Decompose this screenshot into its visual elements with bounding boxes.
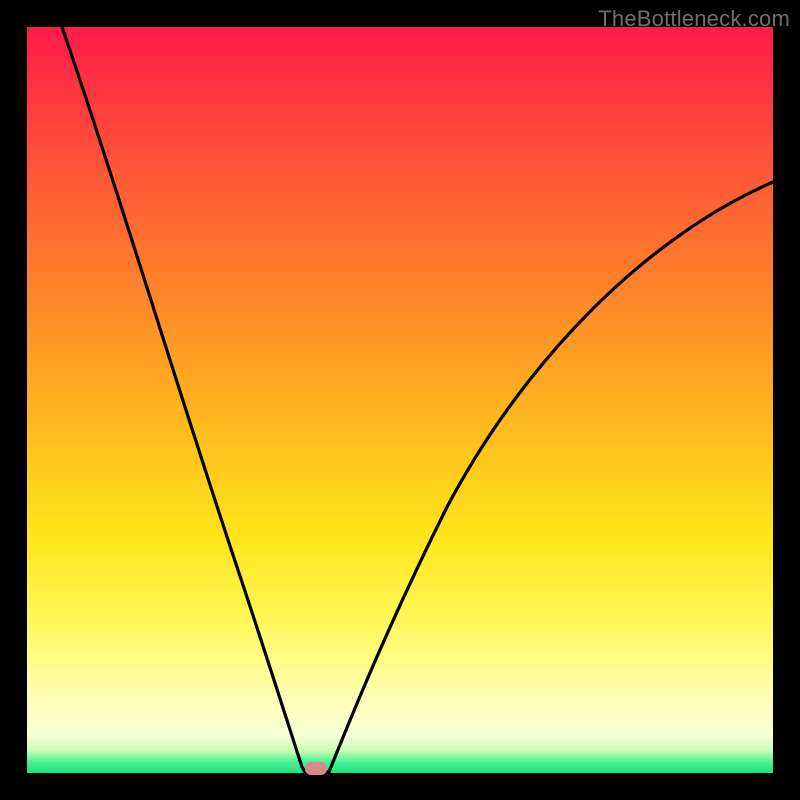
chart-frame: TheBottleneck.com [0,0,800,800]
bottleneck-curve [27,27,773,773]
optimal-point-marker [305,762,327,775]
watermark-text: TheBottleneck.com [598,6,790,32]
curve-right-branch [329,182,773,772]
curve-left-branch [62,27,305,772]
plot-area [27,27,773,773]
